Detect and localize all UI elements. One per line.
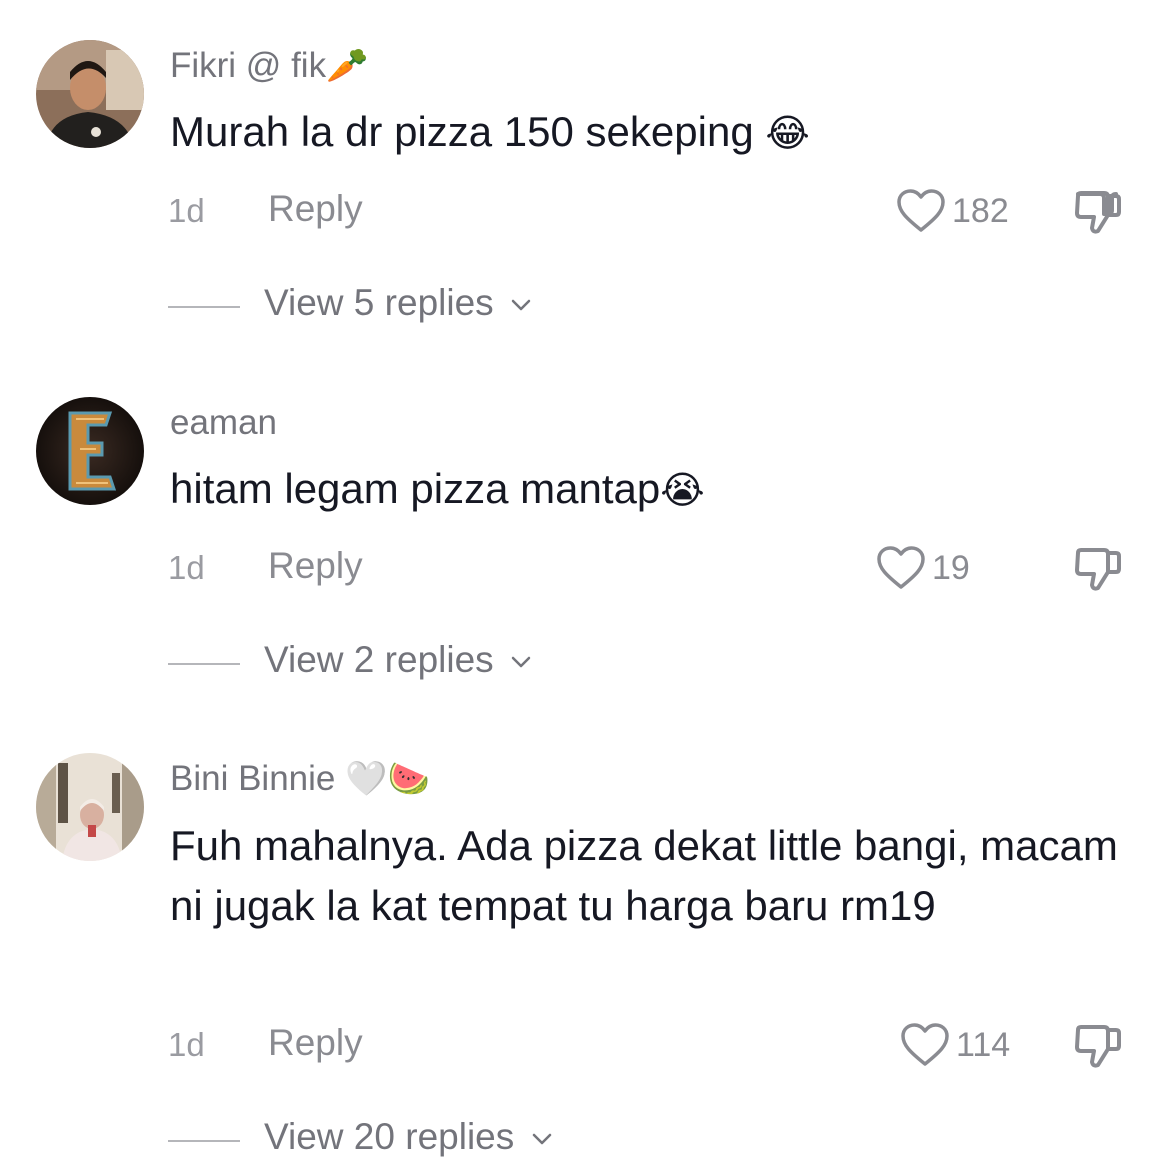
comment-body: Fuh mahalnya. Ada pizza dekat little ban… — [170, 822, 1118, 929]
comment-username[interactable]: eaman — [170, 401, 277, 445]
comment-body: hitam legam pizza mantap — [170, 465, 661, 512]
comment-username[interactable]: Fikri @ fik🥕 — [170, 44, 368, 88]
comment-emoji: 😂 — [765, 113, 810, 155]
view-replies-button[interactable]: View 5 replies — [168, 282, 768, 332]
dislike-icon[interactable] — [1072, 1020, 1124, 1072]
avatar[interactable] — [36, 40, 144, 148]
like-button[interactable]: 114 — [900, 1020, 1010, 1070]
chevron-down-icon — [511, 299, 531, 311]
like-button[interactable]: 182 — [896, 186, 1009, 236]
reply-button[interactable]: Reply — [268, 545, 363, 587]
comment-text: hitam legam pizza mantap😭 — [170, 459, 1130, 521]
comment-time: 1d — [168, 192, 205, 229]
comment-actions: 1d Reply 182 — [168, 186, 1128, 236]
username-emoji: 🤍🍉 — [345, 760, 430, 798]
like-count: 114 — [956, 1025, 1011, 1064]
comment-time: 1d — [168, 549, 205, 586]
comment-time: 1d — [168, 1026, 205, 1063]
divider-line — [168, 663, 240, 665]
avatar[interactable] — [36, 397, 144, 505]
heart-icon — [901, 1023, 949, 1066]
view-replies-button[interactable]: View 2 replies — [168, 639, 768, 689]
comment-emoji: 😭 — [660, 470, 705, 512]
comment-actions: 1d Reply 19 — [168, 543, 1128, 593]
dislike-icon[interactable] — [1072, 543, 1124, 595]
comment-username[interactable]: Bini Binnie 🤍🍉 — [170, 757, 430, 801]
divider-line — [168, 1140, 240, 1142]
comment-actions: 1d Reply 114 — [168, 1020, 1128, 1070]
like-button[interactable]: 19 — [876, 543, 970, 593]
username-text[interactable]: eaman — [170, 403, 277, 442]
username-text[interactable]: Fikri @ fik — [170, 46, 326, 85]
reply-button[interactable]: Reply — [268, 188, 363, 230]
view-replies-label: View 5 replies — [264, 282, 494, 323]
reply-button[interactable]: Reply — [268, 1022, 363, 1064]
dislike-icon[interactable] — [1072, 186, 1124, 238]
like-count: 182 — [952, 191, 1009, 230]
username-emoji: 🥕 — [326, 47, 369, 85]
comment-body: Murah la dr pizza 150 sekeping — [170, 108, 754, 155]
heart-icon — [877, 546, 925, 589]
like-count: 19 — [932, 548, 970, 587]
heart-icon — [897, 189, 945, 232]
avatar[interactable] — [36, 753, 144, 861]
comment-text: Murah la dr pizza 150 sekeping 😂 — [170, 102, 1130, 164]
view-replies-button[interactable]: View 20 replies — [168, 1116, 768, 1166]
view-replies-label: View 2 replies — [264, 639, 494, 680]
chevron-down-icon — [511, 656, 531, 668]
comment-text: Fuh mahalnya. Ada pizza dekat little ban… — [170, 816, 1130, 936]
divider-line — [168, 306, 240, 308]
view-replies-label: View 20 replies — [264, 1116, 515, 1157]
username-text[interactable]: Bini Binnie — [170, 759, 335, 798]
chevron-down-icon — [532, 1133, 551, 1145]
